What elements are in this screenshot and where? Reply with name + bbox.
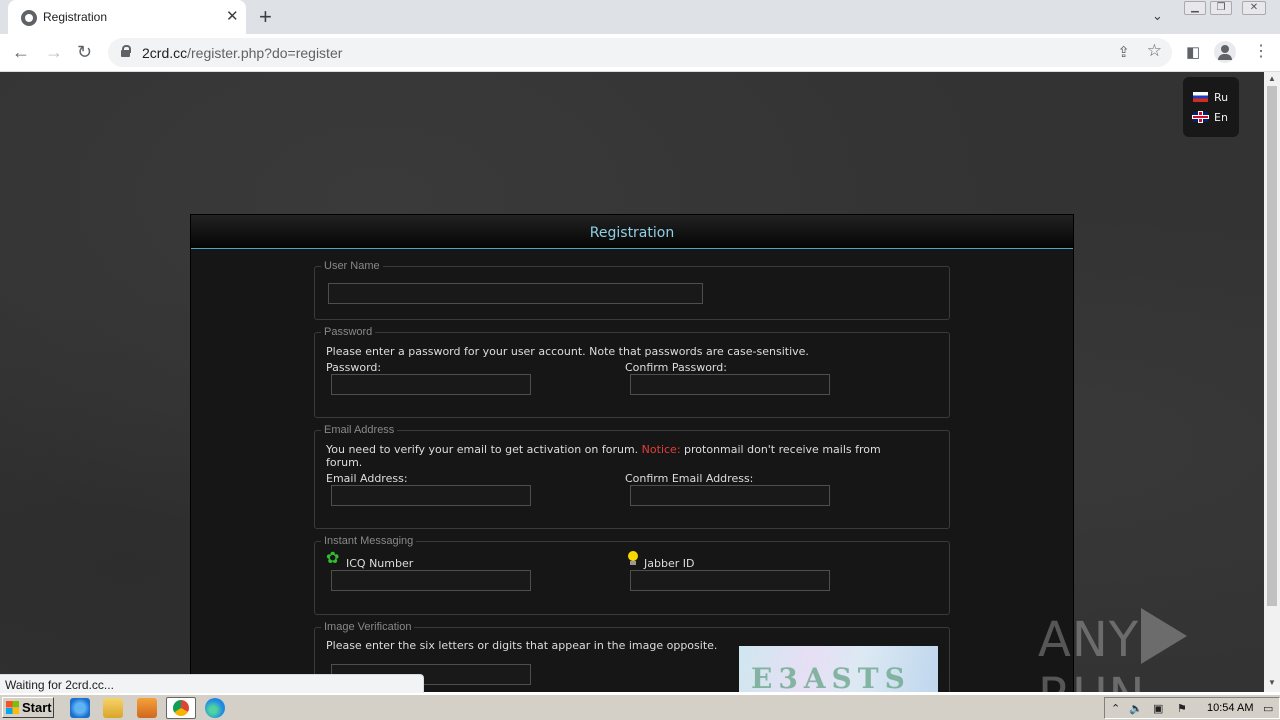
side-panel-icon[interactable]: ◧ bbox=[1186, 43, 1200, 63]
menu-kebab-icon[interactable]: ⋮ bbox=[1253, 42, 1269, 62]
play-logo-icon bbox=[1141, 608, 1188, 664]
confirm-password-label: Confirm Password: bbox=[625, 361, 727, 374]
bookmark-star-icon[interactable]: ☆ bbox=[1147, 41, 1162, 61]
start-button[interactable]: Start bbox=[2, 697, 54, 718]
system-tray: ⌃ 🔈 ▣ ⚑ 10:54 AM ▭ bbox=[1104, 697, 1280, 719]
ie-icon[interactable] bbox=[70, 698, 90, 718]
chrome-taskbar-button[interactable] bbox=[166, 697, 196, 719]
close-tab-icon[interactable]: ✕ bbox=[226, 8, 239, 26]
username-input[interactable] bbox=[328, 283, 703, 304]
windows-taskbar: Start ⌃ 🔈 ▣ ⚑ 10:54 AM ▭ bbox=[0, 694, 1280, 720]
scroll-up-arrow-icon[interactable]: ▲ bbox=[1268, 74, 1276, 83]
back-button[interactable]: ← bbox=[12, 42, 30, 62]
im-fieldset: Instant Messaging ICQ Number Jabber ID bbox=[314, 535, 950, 615]
network-icon[interactable]: ▣ bbox=[1153, 702, 1163, 715]
tray-expand-icon[interactable]: ⌃ bbox=[1111, 702, 1120, 715]
confirm-email-input[interactable] bbox=[630, 485, 830, 506]
registration-panel: Registration User Name Password Please e… bbox=[190, 214, 1074, 692]
edge-icon[interactable] bbox=[205, 698, 225, 718]
verification-intro: Please enter the six letters or digits t… bbox=[326, 639, 718, 652]
email-intro-line: You need to verify your email to get act… bbox=[326, 444, 926, 456]
forward-button[interactable]: → bbox=[45, 42, 63, 62]
verification-legend: Image Verification bbox=[324, 621, 412, 633]
lang-en-label: En bbox=[1214, 111, 1228, 124]
explorer-folder-icon[interactable] bbox=[103, 698, 123, 718]
scroll-down-arrow-icon[interactable]: ▼ bbox=[1268, 678, 1276, 687]
notice-text: protonmail don't receive mails from bbox=[684, 443, 881, 456]
url-path: /register.php?do=register bbox=[187, 45, 343, 61]
reload-button[interactable]: ↻ bbox=[77, 42, 92, 62]
password-label: Password: bbox=[326, 361, 382, 374]
action-center-flag-icon[interactable]: ⚑ bbox=[1177, 702, 1187, 715]
taskbar-clock[interactable]: 10:54 AM bbox=[1207, 702, 1253, 714]
watermark-left: ANY bbox=[1038, 612, 1140, 668]
address-bar[interactable]: 2crd.cc/register.php?do=register ⇪ ☆ bbox=[108, 38, 1172, 67]
jabber-label: Jabber ID bbox=[644, 557, 695, 570]
url-text[interactable]: 2crd.cc/register.php?do=register bbox=[142, 45, 342, 61]
password-input[interactable] bbox=[331, 374, 531, 395]
email-input[interactable] bbox=[331, 485, 531, 506]
notice-continuation: forum. bbox=[326, 456, 363, 469]
anyrun-watermark: ANYRUN bbox=[1038, 608, 1264, 692]
page-scrollbar[interactable]: ▲ ▼ bbox=[1264, 72, 1280, 692]
windows-logo-icon bbox=[6, 701, 19, 714]
start-label: Start bbox=[22, 700, 52, 715]
username-legend: User Name bbox=[324, 260, 380, 272]
browser-status-bar: Waiting for 2crd.cc... bbox=[0, 674, 424, 693]
im-legend: Instant Messaging bbox=[324, 535, 414, 547]
lock-icon[interactable] bbox=[121, 45, 131, 57]
page-title: Registration bbox=[589, 225, 675, 241]
username-fieldset: User Name bbox=[314, 260, 950, 320]
page-viewport: Ru En Registration User Name Password Pl… bbox=[0, 72, 1264, 692]
media-player-icon[interactable] bbox=[137, 698, 157, 718]
password-legend: Password bbox=[324, 326, 373, 338]
icq-flower-icon bbox=[326, 550, 341, 568]
tab-registration[interactable]: Registration ✕ bbox=[8, 0, 246, 34]
language-switcher: Ru En bbox=[1183, 77, 1239, 137]
password-fieldset: Password Please enter a password for you… bbox=[314, 326, 950, 418]
restore-button[interactable]: ❐ bbox=[1210, 1, 1232, 15]
email-legend: Email Address bbox=[324, 424, 395, 436]
browser-toolbar: ← → ↻ 2crd.cc/register.php?do=register ⇪… bbox=[0, 34, 1280, 72]
icq-input[interactable] bbox=[331, 570, 531, 591]
russia-flag-icon bbox=[1193, 92, 1208, 102]
share-icon[interactable]: ⇪ bbox=[1117, 43, 1130, 61]
watermark-right: RUN bbox=[1038, 668, 1145, 692]
jabber-bulb-icon bbox=[627, 551, 639, 567]
tab-search-chevron-icon[interactable]: ⌄ bbox=[1152, 8, 1163, 24]
new-tab-button[interactable]: + bbox=[259, 5, 272, 29]
confirm-password-input[interactable] bbox=[630, 374, 830, 395]
captcha-text: E3ASTS bbox=[751, 662, 911, 692]
globe-icon bbox=[21, 10, 37, 26]
confirm-email-label: Confirm Email Address: bbox=[625, 472, 754, 485]
jabber-input[interactable] bbox=[630, 570, 830, 591]
volume-icon[interactable]: 🔈 bbox=[1129, 702, 1143, 715]
scrollbar-thumb[interactable] bbox=[1267, 86, 1277, 606]
panel-header: Registration bbox=[191, 215, 1073, 249]
lang-ru-label: Ru bbox=[1214, 91, 1229, 104]
show-desktop-icon[interactable]: ▭ bbox=[1263, 702, 1273, 715]
profile-avatar-icon[interactable] bbox=[1214, 41, 1236, 63]
icq-label: ICQ Number bbox=[346, 557, 414, 570]
email-label: Email Address: bbox=[326, 472, 408, 485]
tab-title: Registration bbox=[43, 10, 108, 24]
email-intro: You need to verify your email to get act… bbox=[326, 443, 639, 456]
notice-label: Notice: bbox=[641, 443, 681, 456]
email-fieldset: Email Address You need to verify your em… bbox=[314, 424, 950, 529]
minimize-button[interactable]: ▁ bbox=[1184, 1, 1206, 15]
lang-ru-link[interactable]: Ru bbox=[1193, 91, 1228, 104]
lang-en-link[interactable]: En bbox=[1193, 111, 1228, 124]
url-domain: 2crd.cc bbox=[142, 45, 188, 61]
captcha-image: E3ASTS bbox=[739, 646, 938, 692]
browser-tab-strip: Registration ✕ + ⌄ ▁ ❐ ✕ bbox=[0, 0, 1280, 34]
window-close-button[interactable]: ✕ bbox=[1242, 1, 1266, 15]
chrome-icon bbox=[173, 700, 189, 716]
uk-flag-icon bbox=[1193, 112, 1208, 122]
password-intro: Please enter a password for your user ac… bbox=[326, 345, 809, 358]
